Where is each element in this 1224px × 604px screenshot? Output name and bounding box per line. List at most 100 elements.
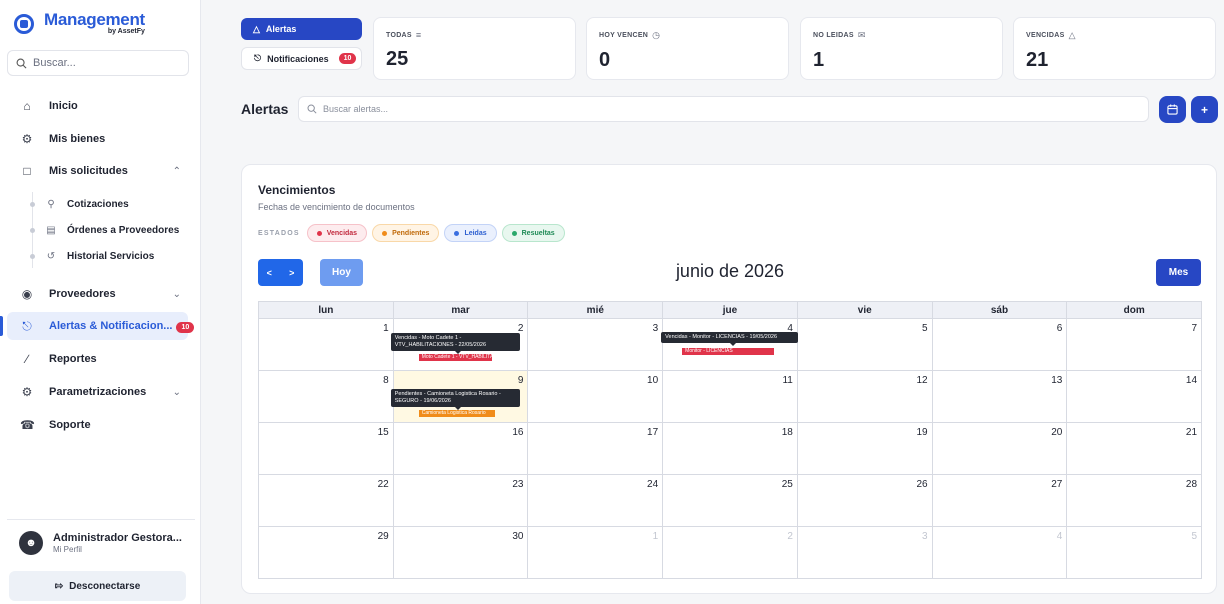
chevron-up-icon: ⌃ [172, 165, 181, 177]
calendar-day[interactable]: 13 [933, 371, 1068, 422]
brand-logo[interactable]: Management by AssetFy [14, 10, 145, 35]
day-number: 12 [916, 375, 928, 386]
sidebar-item-reportes[interactable]: ∕ Reportes [0, 345, 201, 373]
calendar-day[interactable]: 18 [663, 423, 798, 474]
logout-button[interactable]: ⇰ Desconectarse [9, 571, 186, 601]
filter-chip-pendientes[interactable]: Pendientes [372, 224, 440, 242]
calendar-day-other-month[interactable]: 3 [798, 527, 933, 578]
calendar-day[interactable]: 28 [1067, 475, 1201, 526]
day-number: 29 [377, 531, 389, 542]
list-icon: ≡ [415, 30, 422, 40]
calendar-day[interactable]: 15 [259, 423, 394, 474]
calendar-event[interactable]: Camioneta Logistica Rosario [418, 410, 495, 417]
sidebar-item-cotizaciones[interactable]: ⚲ Cotizaciones [0, 192, 201, 216]
alertas-toggle-button[interactable]: △ Alertas [241, 18, 362, 40]
day-number: 6 [1056, 323, 1063, 334]
calendar-day[interactable]: 26 [798, 475, 933, 526]
calendar-day[interactable]: 17 [528, 423, 664, 474]
notificaciones-toggle-button[interactable]: ⎋ Notificaciones 10 [241, 47, 362, 70]
stat-card-vencidas[interactable]: VENCIDAS △ 21 [1013, 17, 1216, 80]
filter-chip-vencidas[interactable]: Vencidas [306, 224, 368, 242]
calendar-day[interactable]: 24 [528, 475, 664, 526]
calendar-day[interactable]: 20 [933, 423, 1068, 474]
calendar-day[interactable]: 7 [1067, 319, 1201, 370]
calendar-event[interactable]: Monitor - LICENCIAS [682, 348, 775, 355]
calendar-day[interactable]: 4 Vencidas - Monitor - LICENCIAS - 19/05… [661, 319, 799, 370]
calendar-day-other-month[interactable]: 2 [663, 527, 798, 578]
sidebar-item-historial[interactable]: ↺ Historial Servicios [0, 244, 201, 268]
calendar-day[interactable]: 10 [528, 371, 664, 422]
day-number: 30 [512, 531, 524, 542]
calendar-day[interactable]: 14 [1067, 371, 1201, 422]
notification-count-badge: 10 [176, 321, 195, 333]
calendar-day[interactable]: 2 Vencidas - Moto Cadete 1 - VTV_HABILIT… [390, 319, 529, 370]
sidebar-item-alertas[interactable]: ⎋ Alertas & Notificacion... 10 [0, 312, 201, 340]
calendar-day[interactable]: 11 [663, 371, 798, 422]
calendar-day[interactable]: 16 [394, 423, 529, 474]
calendar-view-button[interactable] [1159, 96, 1186, 123]
day-number: 13 [1051, 375, 1063, 386]
calendar-day[interactable]: 6 [933, 319, 1068, 370]
calendar-day[interactable]: 19 [798, 423, 933, 474]
calendar-day[interactable]: 3 [528, 319, 664, 370]
home-icon: ⌂ [23, 99, 31, 113]
sidebar-item-inicio[interactable]: ⌂ Inicio [0, 92, 201, 120]
sidebar-search[interactable] [7, 50, 189, 76]
calendar-day-other-month[interactable]: 4 [933, 527, 1068, 578]
stat-card-hoy-vencen[interactable]: HOY VENCEN ◷ 0 [586, 17, 789, 80]
stat-label: NO LEIDAS [813, 32, 854, 39]
status-dot [511, 230, 517, 236]
sidebar: Management by AssetFy ⌂ Inicio ⚙ Mis bie… [0, 0, 201, 604]
sidebar-item-soporte[interactable]: ☎ Soporte [0, 411, 201, 439]
chip-label: Pendientes [392, 229, 430, 237]
user-profile[interactable]: ☻ Administrador Gestora... Mi Perfil [7, 519, 195, 565]
requests-icon: □ [23, 164, 31, 178]
calendar-day[interactable]: 23 [394, 475, 529, 526]
day-number: 1 [383, 323, 389, 334]
user-profile-link[interactable]: Mi Perfil [53, 545, 182, 554]
day-number: 23 [512, 479, 524, 490]
calendar-day[interactable]: 1 [259, 319, 394, 370]
calendar-day-other-month[interactable]: 5 [1067, 527, 1201, 578]
sidebar-item-label: Reportes [49, 353, 97, 365]
chevron-down-icon: ⌄ [172, 386, 181, 398]
sidebar-item-mis-solicitudes[interactable]: □ Mis solicitudes ⌃ [0, 157, 201, 185]
calendar-day-today[interactable]: 9 Pendientes - Camioneta Logistica Rosar… [390, 371, 529, 422]
day-number: 15 [377, 427, 389, 438]
calendar-event[interactable]: Moto Cadete 1 - VTV_HABILITA [418, 354, 492, 361]
sidebar-item-mis-bienes[interactable]: ⚙ Mis bienes [0, 125, 201, 153]
month-view-button[interactable]: Mes [1156, 259, 1201, 286]
stat-card-todas[interactable]: TODAS ≡ 25 [373, 17, 576, 80]
alerts-search[interactable] [298, 96, 1149, 122]
sidebar-item-parametrizaciones[interactable]: ⚙ Parametrizaciones ⌄ [0, 378, 201, 406]
calendar-day[interactable]: 22 [259, 475, 394, 526]
calendar-day[interactable]: 30 [394, 527, 529, 578]
sidebar-item-proveedores[interactable]: ◉ Proveedores ⌄ [0, 280, 201, 308]
calendar-day[interactable]: 8 [259, 371, 394, 422]
day-number: 20 [1051, 427, 1063, 438]
add-alert-button[interactable]: + [1191, 96, 1218, 123]
calendar-day[interactable]: 25 [663, 475, 798, 526]
calendar-day[interactable]: 5 [798, 319, 933, 370]
warning-icon: △ [1068, 30, 1076, 40]
calendar-day[interactable]: 27 [933, 475, 1068, 526]
warning-icon: △ [253, 23, 260, 34]
stat-card-no-leidas[interactable]: NO LEIDAS ✉ 1 [800, 17, 1003, 80]
calendar-day[interactable]: 12 [798, 371, 933, 422]
stat-value: 25 [386, 48, 409, 70]
providers-icon: ◉ [21, 287, 33, 301]
calendar-day[interactable]: 21 [1067, 423, 1201, 474]
sidebar-item-ordenes[interactable]: ▤ Órdenes a Proveedores [0, 218, 201, 242]
alerts-search-input[interactable] [323, 104, 1123, 114]
day-number: 5 [922, 323, 928, 334]
filter-chip-resueltas[interactable]: Resueltas [501, 224, 565, 242]
weekday-label: sáb [933, 302, 1068, 318]
calendar-day-other-month[interactable]: 1 [528, 527, 664, 578]
calendar-day[interactable]: 29 [259, 527, 394, 578]
calendar-week: 1 2 Vencidas - Moto Cadete 1 - VTV_HABIL… [259, 319, 1201, 371]
weekday-header: lun mar mié jue vie sáb dom [259, 302, 1201, 319]
sidebar-search-input[interactable] [33, 57, 183, 69]
calendar-title: Vencimientos [258, 183, 336, 197]
filter-chip-leidas[interactable]: Leidas [444, 224, 497, 242]
day-number: 19 [916, 427, 928, 438]
